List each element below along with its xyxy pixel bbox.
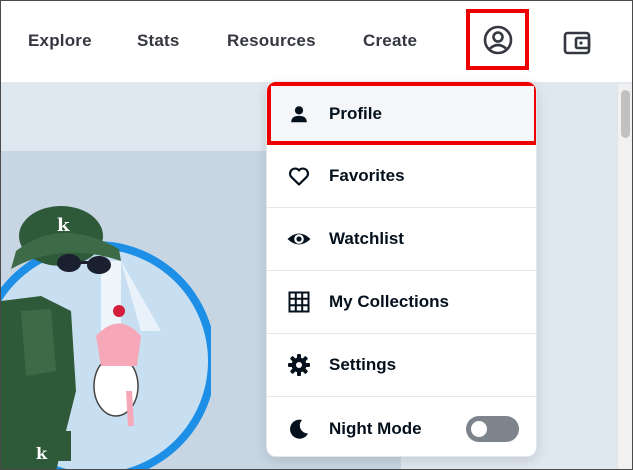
menu-item-settings[interactable]: Settings — [267, 334, 536, 397]
toggle-knob — [471, 420, 487, 437]
menu-item-favorites[interactable]: Favorites — [267, 145, 536, 208]
menu-item-label: My Collections — [329, 292, 449, 311]
svg-text:k: k — [57, 215, 70, 236]
menu-item-night-mode[interactable]: Night Mode — [267, 397, 536, 456]
night-mode-toggle[interactable] — [466, 415, 519, 442]
svg-text:k: k — [36, 444, 48, 463]
browser-viewport: k k Explore Stats Resources Create Profi… — [0, 0, 633, 470]
heart-icon — [286, 163, 312, 189]
wallet-button[interactable] — [559, 25, 595, 61]
menu-item-label: Watchlist — [329, 229, 404, 248]
nft-artwork[interactable]: k k — [1, 201, 211, 470]
user-circle-icon — [483, 25, 512, 54]
person-icon — [286, 101, 312, 127]
menu-item-label: Night Mode — [329, 418, 422, 438]
menu-item-label: Profile — [329, 103, 382, 123]
scrollbar-thumb[interactable] — [621, 90, 630, 138]
nav-resources-link[interactable]: Resources — [227, 31, 316, 51]
nav-explore-link[interactable]: Explore — [28, 31, 92, 51]
menu-item-label: Favorites — [329, 166, 405, 185]
wallet-icon — [563, 31, 591, 55]
menu-item-watchlist[interactable]: Watchlist — [267, 208, 536, 271]
grid-icon — [286, 289, 312, 315]
page-scrollbar[interactable] — [617, 84, 632, 469]
nav-stats-link[interactable]: Stats — [137, 31, 180, 51]
moon-icon — [286, 416, 312, 442]
eye-icon — [286, 226, 312, 252]
menu-item-label: Settings — [329, 355, 397, 374]
gear-icon — [286, 352, 312, 378]
account-dropdown-menu: Profile Favorites Watchlist My Collectio… — [266, 81, 537, 457]
menu-item-my-collections[interactable]: My Collections — [267, 271, 536, 334]
top-navigation-bar: Explore Stats Resources Create — [1, 1, 632, 83]
nav-create-link[interactable]: Create — [363, 31, 417, 51]
menu-item-profile[interactable]: Profile — [267, 82, 536, 145]
account-button[interactable] — [466, 9, 529, 70]
